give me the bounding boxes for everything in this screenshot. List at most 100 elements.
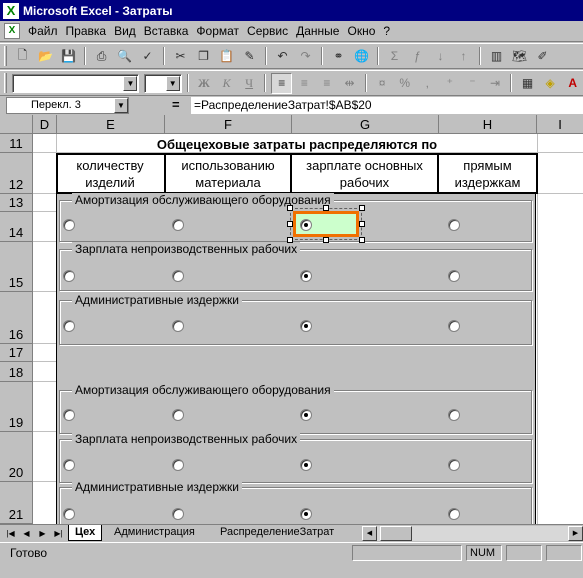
radio-option[interactable] bbox=[172, 219, 184, 231]
radio-option[interactable] bbox=[63, 508, 75, 520]
print-preview-icon[interactable]: 🔍 bbox=[114, 46, 135, 67]
resize-handle[interactable] bbox=[359, 221, 365, 227]
borders-icon[interactable]: ▦ bbox=[517, 73, 538, 94]
scroll-right-icon[interactable]: ▶ bbox=[568, 526, 583, 541]
fill-color-icon[interactable]: ◈ bbox=[540, 73, 561, 94]
horizontal-scrollbar[interactable]: ◀ ▶ bbox=[362, 526, 583, 541]
merge-center-icon[interactable]: ⇹ bbox=[339, 73, 360, 94]
sort-desc-icon[interactable]: ↑ bbox=[453, 46, 474, 67]
resize-handle[interactable] bbox=[287, 205, 293, 211]
font-color-button[interactable]: A bbox=[562, 73, 583, 94]
chevron-down-icon[interactable]: ▼ bbox=[114, 98, 128, 113]
option-group-2[interactable]: Зарплата непроизводственных рабочих bbox=[59, 242, 532, 291]
indent-icon[interactable]: ⇥ bbox=[485, 73, 506, 94]
row-header-14[interactable]: 14 bbox=[0, 212, 33, 242]
name-box[interactable]: Перекл. 3 ▼ bbox=[6, 97, 129, 114]
sort-asc-icon[interactable]: ↓ bbox=[430, 46, 451, 67]
resize-handle[interactable] bbox=[287, 221, 293, 227]
option-group-3[interactable]: Административные издержки bbox=[59, 293, 532, 345]
bold-button[interactable]: Ж bbox=[194, 73, 215, 94]
paste-icon[interactable]: 📋 bbox=[216, 46, 237, 67]
open-icon[interactable]: 📂 bbox=[35, 46, 56, 67]
toolbar-grip[interactable] bbox=[4, 73, 7, 93]
autosum-icon[interactable]: Σ bbox=[384, 46, 405, 67]
tab-administration[interactable]: Администрация bbox=[108, 525, 201, 541]
scroll-thumb[interactable] bbox=[380, 526, 412, 541]
radio-option[interactable] bbox=[448, 409, 460, 421]
copy-icon[interactable]: ❐ bbox=[193, 46, 214, 67]
resize-handle[interactable] bbox=[323, 205, 329, 211]
workbook-icon[interactable]: X bbox=[4, 23, 20, 39]
column-header-h[interactable]: H bbox=[439, 115, 537, 134]
column-header-g[interactable]: G bbox=[292, 115, 439, 134]
chart-wizard-icon[interactable]: ▥ bbox=[486, 46, 507, 67]
radio-option[interactable] bbox=[172, 270, 184, 282]
radio-option[interactable] bbox=[63, 409, 75, 421]
decrease-decimal-icon[interactable]: ⁻ bbox=[462, 73, 483, 94]
column-header-e[interactable]: E bbox=[57, 115, 165, 134]
web-icon[interactable]: 🌐 bbox=[351, 46, 372, 67]
drawing-icon[interactable]: ✐ bbox=[532, 46, 553, 67]
radio-option[interactable] bbox=[300, 508, 312, 520]
radio-option[interactable] bbox=[448, 459, 460, 471]
hyperlink-icon[interactable]: ⚭ bbox=[328, 46, 349, 67]
radio-option[interactable] bbox=[448, 320, 460, 332]
menu-window[interactable]: Окно bbox=[343, 24, 379, 38]
row-header-13[interactable]: 13 bbox=[0, 194, 33, 212]
resize-handle[interactable] bbox=[359, 237, 365, 243]
row-header-15[interactable]: 15 bbox=[0, 242, 33, 292]
radio-option[interactable] bbox=[63, 459, 75, 471]
row-header-21[interactable]: 21 bbox=[0, 482, 33, 524]
radio-option[interactable] bbox=[172, 409, 184, 421]
radio-option[interactable] bbox=[448, 508, 460, 520]
format-painter-icon[interactable]: ✎ bbox=[239, 46, 260, 67]
formula-input[interactable]: =РаспределениеЗатрат!$AB$20 bbox=[191, 97, 583, 114]
currency-icon[interactable]: ¤ bbox=[372, 73, 393, 94]
menu-tools[interactable]: Сервис bbox=[243, 24, 292, 38]
new-icon[interactable]: 🗋 bbox=[12, 46, 33, 67]
italic-button[interactable]: К bbox=[216, 73, 237, 94]
radio-option[interactable] bbox=[300, 459, 312, 471]
menu-help[interactable]: ? bbox=[379, 24, 394, 38]
underline-button[interactable]: Ч bbox=[239, 73, 260, 94]
chevron-down-icon[interactable]: ▼ bbox=[123, 75, 138, 91]
row-header-17[interactable]: 17 bbox=[0, 344, 33, 362]
radio-option[interactable] bbox=[172, 508, 184, 520]
chevron-down-icon[interactable]: ▼ bbox=[165, 75, 180, 91]
excel-app-icon[interactable]: X bbox=[3, 2, 19, 19]
menu-edit[interactable]: Правка bbox=[62, 24, 111, 38]
print-icon[interactable]: ⎙ bbox=[91, 46, 112, 67]
font-size-combo[interactable]: ▼ bbox=[144, 73, 182, 93]
radio-option[interactable] bbox=[300, 270, 312, 282]
option-group-6[interactable]: Административные издержки bbox=[59, 480, 532, 527]
radio-option[interactable] bbox=[300, 219, 312, 231]
resize-handle[interactable] bbox=[287, 237, 293, 243]
resize-handle[interactable] bbox=[323, 237, 329, 243]
menu-format[interactable]: Формат bbox=[192, 24, 243, 38]
spelling-icon[interactable]: ✓ bbox=[137, 46, 158, 67]
cut-icon[interactable]: ✂ bbox=[170, 46, 191, 67]
radio-option[interactable] bbox=[300, 409, 312, 421]
menu-view[interactable]: Вид bbox=[110, 24, 140, 38]
radio-option[interactable] bbox=[63, 270, 75, 282]
row-header-12[interactable]: 12 bbox=[0, 153, 33, 194]
row-header-18[interactable]: 18 bbox=[0, 362, 33, 382]
map-icon[interactable]: 🗺 bbox=[509, 46, 530, 67]
row-header-19[interactable]: 19 bbox=[0, 382, 33, 432]
row-header-20[interactable]: 20 bbox=[0, 432, 33, 482]
last-sheet-icon[interactable]: ▶| bbox=[52, 527, 65, 540]
radio-option[interactable] bbox=[63, 219, 75, 231]
first-sheet-icon[interactable]: |◀ bbox=[4, 527, 17, 540]
toolbar-grip[interactable] bbox=[4, 46, 7, 66]
scroll-left-icon[interactable]: ◀ bbox=[362, 526, 377, 541]
function-icon[interactable]: ƒ bbox=[407, 46, 428, 67]
menu-file[interactable]: Файл bbox=[24, 24, 62, 38]
select-all-corner[interactable] bbox=[0, 115, 33, 134]
radio-option[interactable] bbox=[448, 270, 460, 282]
radio-option[interactable] bbox=[300, 320, 312, 332]
tab-distribution[interactable]: РаспределениеЗатрат bbox=[214, 525, 340, 541]
next-sheet-icon[interactable]: ▶ bbox=[36, 527, 49, 540]
align-left-icon[interactable]: ≡ bbox=[271, 72, 293, 94]
row-header-11[interactable]: 11 bbox=[0, 134, 33, 153]
menu-data[interactable]: Данные bbox=[292, 24, 343, 38]
